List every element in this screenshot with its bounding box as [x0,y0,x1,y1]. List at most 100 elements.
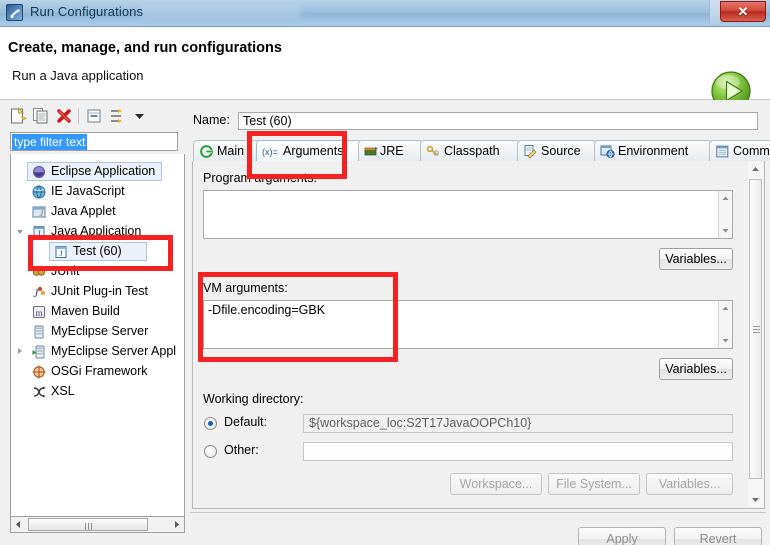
tree-item-eclipse-application[interactable]: Eclipse Application [11,162,184,182]
working-directory-other-radio[interactable] [204,445,217,458]
tree-item-label: OSGi Framework [51,364,148,378]
tree-item-junit[interactable]: JUnit [11,262,184,282]
page-subtitle: Run a Java application [12,68,144,83]
program-arguments-scrollbar[interactable] [718,191,732,238]
delete-icon[interactable] [54,106,74,126]
vm-arguments-variables-button[interactable]: Variables... [659,358,733,380]
detail-vertical-scrollbar[interactable] [748,162,763,507]
common-tab-icon [715,144,730,159]
scroll-up-arrow-icon[interactable] [719,192,732,205]
filter-icon[interactable] [107,106,127,126]
working-directory-other-input[interactable] [303,442,733,461]
tree-item-maven-build[interactable]: m Maven Build [11,302,184,322]
tree-item-label: MyEclipse Server [51,324,149,338]
new-launch-configuration-icon[interactable] [8,106,28,126]
tab-arguments[interactable]: (x)= Arguments [256,140,362,161]
ie-javascript-icon [31,184,47,200]
apply-button[interactable]: Apply [578,527,666,545]
tree-item-label: Maven Build [51,304,120,318]
name-label: Name: [193,113,230,127]
tab-label: Environment [618,144,689,158]
junit-icon [31,264,47,280]
title-bar-blurred-region [140,2,300,22]
vm-arguments-input[interactable]: -Dfile.encoding=GBK [203,300,733,349]
scroll-left-arrow-icon[interactable] [11,517,26,532]
tree-item-label: IE JavaScript [51,184,125,198]
workspace-button[interactable]: Workspace... [450,473,542,495]
source-tab-icon [523,144,538,159]
java-application-icon: J [31,224,47,240]
working-directory-default-radio[interactable] [204,417,217,430]
expander-closed-icon[interactable] [18,348,22,354]
vm-arguments-label: VM arguments: [203,281,288,295]
tree-item-xsl[interactable]: XSL [11,382,184,402]
tree-item-label: JUnit [51,264,80,278]
file-system-button[interactable]: File System... [548,473,640,495]
scrollbar-thumb[interactable] [749,179,762,479]
name-row: Name: Test (60) [193,112,763,130]
tab-label: Classpath [444,144,500,158]
tree-item-test-60[interactable]: J Test (60) [11,242,184,262]
java-applet-icon: J [31,204,47,220]
working-directory-default-value: ${workspace_loc:S2T17JavaOOPCh10} [303,414,733,433]
tree-item-java-applet[interactable]: J Java Applet [11,202,184,222]
tree-item-label: Eclipse Application [51,164,156,178]
name-input[interactable]: Test (60) [238,112,758,130]
close-button[interactable]: ✕ [720,1,766,22]
working-directory-default-label: Default: [224,415,268,429]
scroll-up-arrow-icon[interactable] [748,162,763,177]
program-arguments-label: Program arguments: [203,171,317,185]
tree-horizontal-scrollbar[interactable] [10,516,185,533]
scroll-right-arrow-icon[interactable] [169,517,184,532]
scroll-down-arrow-icon[interactable] [748,492,763,507]
chevron-down-icon[interactable] [130,106,150,126]
expander-open-icon[interactable] [17,230,23,237]
svg-text:J: J [40,209,44,218]
tree-item-label: JUnit Plug-in Test [51,284,149,298]
scrollbar-grip-icon [85,523,93,530]
java-launch-icon: J [53,244,69,260]
scrollbar-thumb[interactable] [28,518,148,531]
run-configurations-icon [6,4,23,21]
svg-text:m: m [35,308,42,318]
jre-tab-icon [364,144,379,159]
program-arguments-variables-button[interactable]: Variables... [659,248,733,270]
window-title: Run Configurations [30,4,144,19]
program-arguments-input[interactable] [203,190,733,239]
arguments-tab-icon: (x)= [262,144,278,159]
tree-item-junit-plugin-test[interactable]: J JUnit Plug-in Test [11,282,184,302]
tree-item-java-application[interactable]: J Java Application [11,222,184,242]
footer-separator [190,512,766,513]
revert-button[interactable]: Revert [674,527,762,545]
tab-classpath[interactable]: Classpath [420,140,520,161]
tree-item-myeclipse-server-application[interactable]: MyEclipse Server Appl [11,342,184,362]
tab-label: Arguments [283,144,344,158]
svg-text:(x)=: (x)= [262,147,278,157]
page-title: Create, manage, and run configurations [8,40,282,56]
working-directory-variables-button[interactable]: Variables... [646,473,733,495]
scroll-down-arrow-icon[interactable] [719,224,732,237]
tab-source[interactable]: Source [517,140,597,161]
dialog-body: type filter text Eclipse Application IE … [0,100,770,545]
tab-jre[interactable]: JRE [358,140,423,161]
scroll-up-arrow-icon[interactable] [719,302,732,315]
tree-item-label: XSL [51,384,75,398]
close-icon: ✕ [737,4,749,19]
launch-configurations-tree[interactable]: Eclipse Application IE JavaScript J Java… [10,154,185,517]
collapse-all-icon[interactable] [84,106,104,126]
tree-item-ie-javascript[interactable]: IE JavaScript [11,182,184,202]
tree-item-myeclipse-server[interactable]: MyEclipse Server [11,322,184,342]
tree-item-osgi-framework[interactable]: OSGi Framework [11,362,184,382]
arguments-tab-panel: Program arguments: Variables... VM argum… [192,161,765,509]
tab-main[interactable]: Main [193,140,265,161]
scroll-down-arrow-icon[interactable] [719,334,732,347]
launch-configurations-panel: type filter text Eclipse Application IE … [4,102,186,540]
duplicate-icon[interactable] [31,106,51,126]
vm-arguments-scrollbar[interactable] [718,301,732,348]
tab-common[interactable]: Common [709,140,770,161]
search-input[interactable]: type filter text [10,132,178,151]
tab-label: Main [217,144,245,158]
tab-label: Common [733,144,770,158]
tab-environment[interactable]: Environment [594,140,712,161]
tab-label: JRE [380,144,404,158]
